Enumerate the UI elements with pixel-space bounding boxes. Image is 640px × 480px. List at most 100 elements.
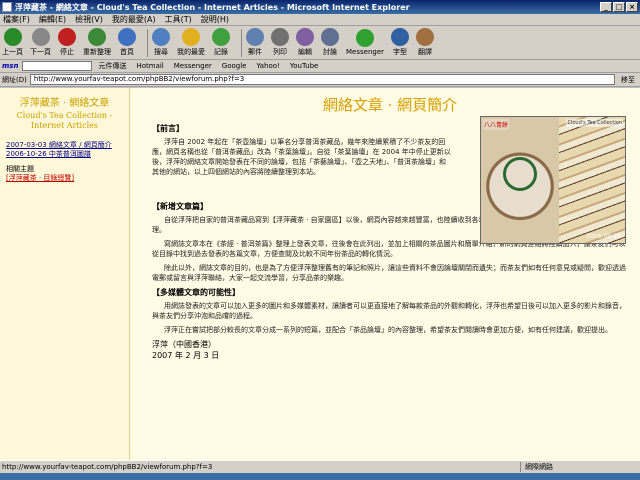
toolbar-button-label: 討論 bbox=[323, 48, 337, 56]
home-icon bbox=[118, 28, 136, 46]
toolbar-button-label: 郵件 bbox=[248, 48, 262, 56]
tea-cake-photo: 八八青餅 Cloud's Tea Collection 2006-09-28 bbox=[480, 116, 626, 244]
toolbar-button-messenger[interactable]: Messenger bbox=[346, 29, 384, 56]
history-icon bbox=[212, 28, 230, 46]
toolbar-separator bbox=[241, 28, 242, 57]
toolbar-button-translate[interactable]: 翻譯 bbox=[416, 28, 435, 57]
favorites-star-icon bbox=[182, 28, 200, 46]
section-multimedia: 【多媒體文章的可能性】 用網誌發表的文章可以加入更多的圖片和多媒體素材，讓讀者可… bbox=[152, 287, 628, 335]
link-item[interactable]: YouTube bbox=[290, 62, 318, 70]
link-item[interactable]: Google bbox=[222, 62, 247, 70]
forward-arrow-icon bbox=[31, 28, 50, 46]
toolbar-button-print[interactable]: 列印 bbox=[271, 28, 289, 57]
go-button[interactable]: 移至 bbox=[618, 75, 638, 85]
toolbar-button-stop[interactable]: 停止 bbox=[58, 28, 76, 57]
signature-name: 浮萍（中國香港） bbox=[152, 340, 216, 349]
ie-app-icon bbox=[2, 2, 12, 12]
print-icon bbox=[271, 28, 289, 46]
toolbar-button-label: 我的最愛 bbox=[177, 48, 205, 56]
address-bar: 網址(D) http://www.yourfav-teapot.com/phpB… bbox=[0, 73, 640, 87]
maximize-button[interactable]: □ bbox=[613, 2, 625, 12]
taskbar bbox=[0, 473, 640, 480]
window-titlebar: 浮萍藏茶 - 網絡文章 - Cloud's Tea Collection - I… bbox=[0, 0, 640, 14]
photo-label-right: Cloud's Tea Collection bbox=[566, 119, 623, 127]
address-input[interactable]: http://www.yourfav-teapot.com/phpBB2/vie… bbox=[29, 74, 615, 85]
toolbar-button-label: Messenger bbox=[346, 48, 385, 56]
menu-tools[interactable]: 工具(T) bbox=[165, 14, 192, 25]
sidebar-title: 浮萍藏茶 · 網絡文章 bbox=[19, 98, 110, 109]
minimize-button[interactable]: _ bbox=[600, 2, 612, 12]
menu-help[interactable]: 說明(H) bbox=[201, 14, 229, 25]
menu-view[interactable]: 檢視(V) bbox=[75, 14, 103, 25]
related-link[interactable]: [浮萍藏茶 · 目錄總覽] bbox=[6, 174, 74, 182]
menu-favorites[interactable]: 我的最愛(A) bbox=[112, 14, 156, 25]
translate-icon bbox=[416, 28, 435, 46]
address-label: 網址(D) bbox=[2, 75, 27, 84]
sidebar: 浮萍藏茶 · 網絡文章 Cloud's Tea Collection - Int… bbox=[0, 88, 130, 460]
toolbar-button-search[interactable]: 搜尋 bbox=[152, 28, 170, 57]
toolbar-button-favorites-star[interactable]: 我的最愛 bbox=[177, 28, 205, 57]
security-zone: 網際網路 bbox=[520, 462, 640, 472]
status-text: http://www.yourfav-teapot.com/phpBB2/vie… bbox=[2, 463, 213, 471]
msn-search-input[interactable] bbox=[22, 61, 93, 71]
toolbar-button-label: 字型 bbox=[393, 48, 408, 56]
links-bar: msn 元件傳送 Hotmail Messenger Google Yahoo!… bbox=[0, 60, 640, 73]
section-title: 【前言】 bbox=[152, 124, 184, 133]
sidebar-related: 相關主題 [浮萍藏茶 · 目錄總覽] bbox=[6, 165, 123, 183]
zhongcha-stamp-icon bbox=[503, 157, 537, 191]
menu-edit[interactable]: 編輯(E) bbox=[39, 14, 66, 25]
toolbar-button-font[interactable]: 字型 bbox=[391, 28, 410, 57]
msn-logo: msn bbox=[2, 62, 19, 70]
messenger-icon bbox=[356, 29, 374, 47]
sidebar-nav: 2007-03-03 網絡文章 / 網頁簡介 2006-10-26 中茶普洱圖譜 bbox=[6, 141, 123, 159]
section-paragraph: 浮萍自 2002 年起在「茶壺論壇」以筆名分享普洱茶藏品，幾年來陸續累積了不少茶… bbox=[152, 138, 451, 176]
link-item[interactable]: Yahoo! bbox=[256, 62, 279, 70]
toolbar-button-label: 停止 bbox=[60, 48, 74, 56]
refresh-icon bbox=[88, 28, 106, 46]
link-item[interactable]: Hotmail bbox=[136, 62, 163, 70]
close-button[interactable]: × bbox=[626, 2, 638, 12]
section-paragraph: 浮萍正在嘗試把部分較長的文章分成一系列的短篇，並配合「茶品論壇」的內容整理，希望… bbox=[164, 326, 612, 334]
toolbar-separator bbox=[147, 28, 148, 57]
toolbar-button-back-arrow[interactable]: 上一頁 bbox=[2, 28, 23, 57]
toolbar-button-label: 上一頁 bbox=[2, 48, 23, 56]
toolbar-button-label: 列印 bbox=[273, 48, 287, 56]
signature: 浮萍（中國香港） 2007 年 2 月 3 日 bbox=[152, 339, 628, 361]
toolbar-button-label: 重新整理 bbox=[83, 48, 111, 56]
toolbar-button-refresh[interactable]: 重新整理 bbox=[83, 28, 111, 57]
mail-icon bbox=[246, 28, 264, 46]
related-label: 相關主題 bbox=[6, 165, 34, 173]
photo-label-left: 八八青餅 bbox=[483, 119, 510, 130]
window-title: 浮萍藏茶 - 網絡文章 - Cloud's Tea Collection - I… bbox=[15, 2, 410, 12]
menu-file[interactable]: 檔案(F) bbox=[3, 14, 30, 25]
stop-icon bbox=[58, 28, 76, 46]
section-preface: 【前言】 浮萍自 2002 年起在「茶壺論壇」以筆名分享普洱茶藏品，幾年來陸續累… bbox=[152, 123, 452, 177]
tea-cake-wrapper-image: 八八青餅 bbox=[481, 117, 559, 243]
toolbar-button-label: 下一頁 bbox=[30, 48, 51, 56]
sidebar-subtitle: Cloud's Tea Collection - Internet Articl… bbox=[16, 111, 113, 130]
font-icon bbox=[391, 28, 410, 46]
sidebar-link[interactable]: 2007-03-03 網絡文章 / 網頁簡介 bbox=[6, 141, 123, 150]
toolbar-button-home[interactable]: 首頁 bbox=[118, 28, 136, 57]
toolbar-button-label: 首頁 bbox=[120, 48, 134, 56]
toolbar-button-discuss[interactable]: 討論 bbox=[321, 28, 339, 57]
link-item[interactable]: Messenger bbox=[174, 62, 212, 70]
signature-date: 2007 年 2 月 3 日 bbox=[152, 351, 220, 360]
link-item[interactable]: 元件傳送 bbox=[98, 61, 126, 71]
toolbar-button-forward-arrow[interactable]: 下一頁 bbox=[30, 28, 51, 57]
sidebar-link[interactable]: 2006-10-26 中茶普洱圖譜 bbox=[6, 150, 123, 159]
toolbar-button-edit[interactable]: 編輯 bbox=[296, 28, 314, 57]
article: 網絡文章 · 網頁簡介 八八青餅 Cloud's Tea Collection … bbox=[130, 88, 640, 460]
section-paragraph: 除此以外，網誌文章的目的，也是為了方便浮萍整理舊有的筆記和照片，讓這些資料不會因… bbox=[152, 264, 626, 282]
toolbar-button-label: 搜尋 bbox=[154, 48, 168, 56]
standard-toolbar: 上一頁 下一頁 停止 重新整理 首頁 搜尋 我的最愛 記錄 郵件 列印 編輯 討論 Messenger 字… bbox=[0, 26, 640, 60]
page-content: 浮萍藏茶 · 網絡文章 Cloud's Tea Collection - Int… bbox=[0, 88, 640, 460]
tea-leaf-closeup-image: Cloud's Tea Collection bbox=[558, 117, 625, 243]
toolbar-button-history[interactable]: 記錄 bbox=[212, 28, 230, 57]
toolbar-button-label: 編輯 bbox=[298, 48, 312, 56]
toolbar-button-label: 記錄 bbox=[214, 48, 228, 56]
section-title: 【多媒體文章的可能性】 bbox=[152, 288, 240, 297]
toolbar-button-label: 翻譯 bbox=[418, 48, 433, 56]
toolbar-button-mail[interactable]: 郵件 bbox=[246, 28, 264, 57]
menu-bar: 檔案(F) 編輯(E) 檢視(V) 我的最愛(A) 工具(T) 說明(H) bbox=[0, 14, 640, 26]
